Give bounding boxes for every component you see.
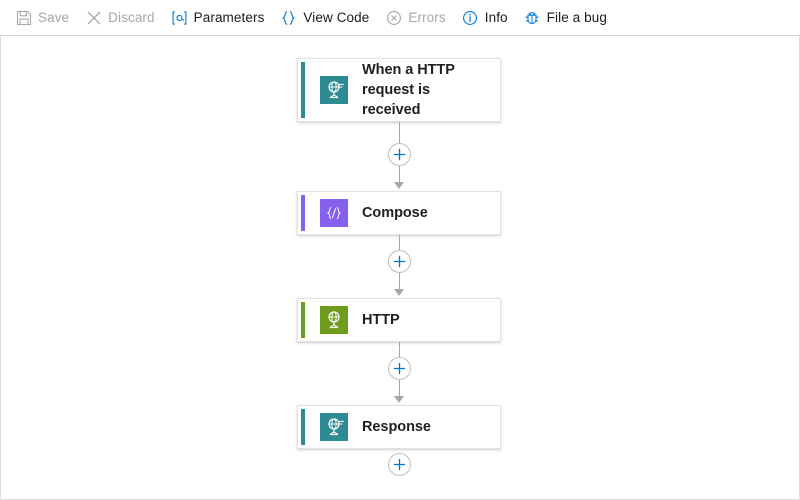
add-step-after-trigger[interactable]: [388, 143, 411, 166]
connector-line: [399, 273, 400, 290]
errors-icon: [385, 9, 402, 26]
add-step-after-compose[interactable]: [388, 250, 411, 273]
connector-arrow: [394, 182, 404, 189]
parameters-button[interactable]: Parameters: [164, 4, 274, 32]
save-label: Save: [38, 10, 69, 25]
designer-canvas[interactable]: When a HTTP request is received: [0, 36, 800, 500]
connector-arrow: [394, 289, 404, 296]
info-icon: [462, 9, 479, 26]
request-trigger-icon: [320, 76, 348, 104]
workflow-node-response[interactable]: Response: [297, 405, 501, 449]
errors-label: Errors: [408, 10, 445, 25]
plus-icon: [393, 255, 406, 268]
discard-label: Discard: [108, 10, 154, 25]
add-step-after-response[interactable]: [388, 453, 411, 476]
http-icon: [320, 306, 348, 334]
workflow-node-compose[interactable]: Compose: [297, 191, 501, 235]
parameters-icon: [171, 9, 188, 26]
node-title: Compose: [362, 203, 428, 223]
compose-icon: [320, 199, 348, 227]
view-code-icon: [280, 9, 297, 26]
add-step-after-http[interactable]: [388, 357, 411, 380]
workflow-graph: When a HTTP request is received: [1, 36, 799, 499]
view-code-label: View Code: [303, 10, 369, 25]
view-code-button[interactable]: View Code: [273, 4, 378, 32]
node-accent-bar: [301, 195, 305, 231]
response-icon: [320, 413, 348, 441]
node-title: When a HTTP request is received: [362, 60, 488, 120]
file-a-bug-button[interactable]: File a bug: [517, 4, 616, 32]
plus-icon: [393, 458, 406, 471]
bug-icon: [524, 9, 541, 26]
file-a-bug-label: File a bug: [547, 10, 607, 25]
save-icon: [15, 9, 32, 26]
connector-line: [399, 122, 400, 143]
connector-line: [399, 166, 400, 183]
info-button[interactable]: Info: [455, 4, 517, 32]
save-button[interactable]: Save: [8, 4, 78, 32]
discard-button[interactable]: Discard: [78, 4, 163, 32]
workflow-node-trigger[interactable]: When a HTTP request is received: [297, 58, 501, 122]
plus-icon: [393, 362, 406, 375]
connector-line: [399, 380, 400, 397]
designer-toolbar: Save Discard Parameters: [0, 0, 800, 36]
errors-button[interactable]: Errors: [378, 4, 454, 32]
node-accent-bar: [301, 302, 305, 338]
discard-icon: [85, 9, 102, 26]
node-title: Response: [362, 417, 431, 437]
logic-app-designer: Save Discard Parameters: [0, 0, 800, 500]
info-label: Info: [485, 10, 508, 25]
node-accent-bar: [301, 409, 305, 445]
workflow-node-http[interactable]: HTTP: [297, 298, 501, 342]
parameters-label: Parameters: [194, 10, 265, 25]
plus-icon: [393, 148, 406, 161]
connector-arrow: [394, 396, 404, 403]
node-accent-bar: [301, 62, 305, 118]
node-title: HTTP: [362, 310, 400, 330]
